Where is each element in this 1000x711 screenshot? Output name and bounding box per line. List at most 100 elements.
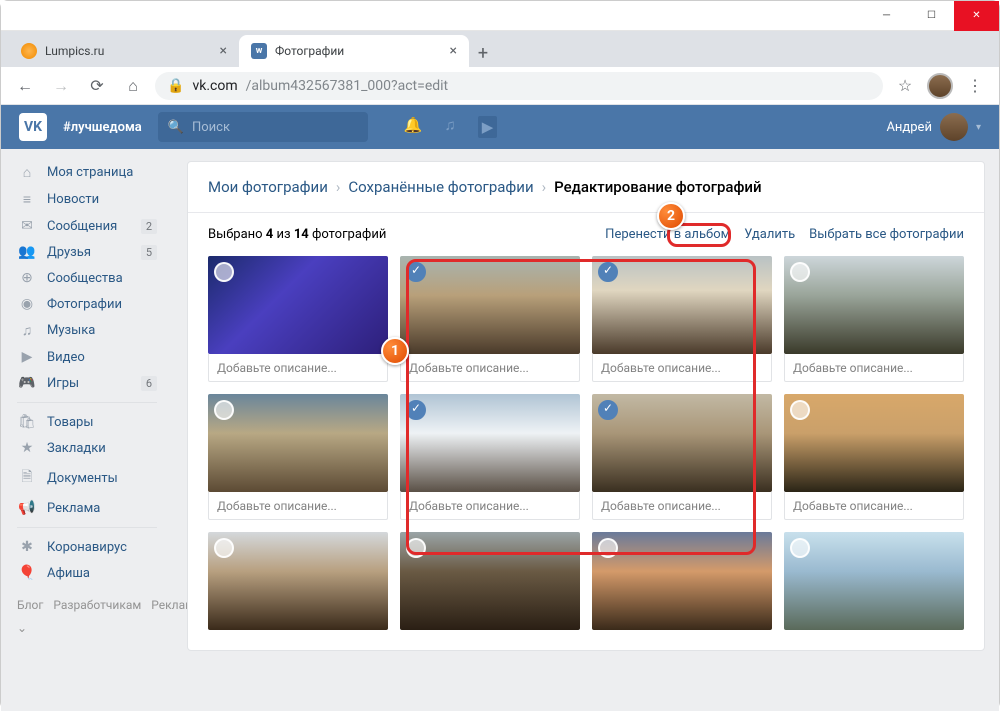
sidebar-item[interactable]: 🛍Товары: [1, 409, 173, 435]
sidebar-item-label: Видео: [47, 350, 85, 365]
sidebar-item[interactable]: ✱Коронавирус: [1, 534, 173, 560]
sidebar-item-label: Сообщения: [47, 219, 117, 234]
home-button[interactable]: ⌂: [119, 72, 147, 100]
photo-caption-input[interactable]: Добавьте описание...: [592, 354, 772, 382]
sidebar-icon: ⌂: [17, 164, 37, 181]
photo-thumbnail[interactable]: [592, 532, 772, 630]
reload-button[interactable]: ⟳: [83, 72, 111, 100]
sidebar-item[interactable]: ♫Музыка: [1, 317, 173, 344]
vk-user-menu[interactable]: Андрей ▾: [886, 113, 981, 141]
photo-thumbnail[interactable]: [208, 256, 388, 354]
window-minimize-button[interactable]: ─: [864, 1, 909, 31]
sidebar-item[interactable]: 🗎Документы: [1, 461, 173, 495]
sidebar-item[interactable]: ★Закладки: [1, 435, 173, 461]
notifications-icon[interactable]: 🔔: [404, 116, 423, 138]
photo-thumbnail[interactable]: [400, 532, 580, 630]
selection-checkbox[interactable]: [214, 400, 234, 420]
sidebar-item[interactable]: 📢Реклама: [1, 495, 173, 521]
photo-caption-input[interactable]: Добавьте описание...: [784, 492, 964, 520]
tab-title: Lumpics.ru: [45, 44, 212, 58]
selection-checkbox[interactable]: [406, 538, 426, 558]
sidebar-item-label: Друзья: [47, 245, 91, 260]
window-close-button[interactable]: ✕: [954, 1, 999, 31]
tab-close-icon[interactable]: ×: [220, 43, 227, 59]
photo-thumbnail[interactable]: [784, 394, 964, 492]
breadcrumb-link[interactable]: Сохранённые фотографии: [348, 178, 533, 196]
footer-link[interactable]: Блог: [17, 598, 43, 612]
tab-close-icon[interactable]: ×: [450, 43, 457, 59]
select-all-link[interactable]: Выбрать все фотографии: [809, 227, 964, 242]
address-bar[interactable]: 🔒 vk.com/album432567381_000?act=edit: [155, 72, 883, 100]
photo-thumbnail[interactable]: [784, 256, 964, 354]
selection-checkbox[interactable]: [214, 262, 234, 282]
sidebar-item[interactable]: 👥Друзья5: [1, 239, 173, 265]
chevron-down-icon: ▾: [976, 122, 981, 133]
delete-link[interactable]: Удалить: [744, 227, 795, 242]
sidebar-item-label: Игры: [47, 376, 79, 391]
vk-logo-icon[interactable]: VK: [19, 113, 47, 141]
photo-caption-input[interactable]: Добавьте описание...: [208, 492, 388, 520]
breadcrumb-link[interactable]: Мои фотографии: [208, 178, 328, 196]
sidebar-item[interactable]: ✉Сообщения2: [1, 213, 173, 239]
photo-card: Добавьте описание...: [784, 256, 964, 382]
sidebar-item-label: Товары: [47, 415, 93, 430]
photo-grid: Добавьте описание... Добавьте описание...…: [188, 256, 984, 650]
menu-button[interactable]: ⋮: [961, 72, 989, 100]
play-icon[interactable]: ▶: [478, 116, 498, 138]
sidebar-item[interactable]: ◉Фотографии: [1, 291, 173, 317]
sidebar-item[interactable]: ⊕Сообщества: [1, 265, 173, 291]
profile-avatar[interactable]: [927, 73, 953, 99]
browser-tab-active[interactable]: w Фотографии ×: [239, 35, 469, 67]
sidebar-item[interactable]: 🎈Афиша: [1, 560, 173, 586]
photo-caption-input[interactable]: Добавьте описание...: [400, 354, 580, 382]
selection-checkbox[interactable]: [214, 538, 234, 558]
vk-hashtag[interactable]: #лучшедома: [63, 120, 142, 135]
sidebar-item-label: Сообщества: [47, 271, 123, 286]
selection-checkbox[interactable]: [598, 262, 618, 282]
photo-card: Добавьте описание...: [592, 394, 772, 520]
photo-card: [208, 532, 388, 630]
footer-link[interactable]: Разработчикам: [53, 598, 141, 612]
photo-thumbnail[interactable]: [592, 394, 772, 492]
photo-caption-input[interactable]: Добавьте описание...: [400, 492, 580, 520]
selection-checkbox[interactable]: [406, 400, 426, 420]
photo-thumbnail[interactable]: [592, 256, 772, 354]
sidebar-item[interactable]: ▶Видео: [1, 344, 173, 370]
selection-checkbox[interactable]: [790, 262, 810, 282]
photo-caption-input[interactable]: Добавьте описание...: [208, 354, 388, 382]
new-tab-button[interactable]: +: [469, 39, 497, 67]
lock-icon: 🔒: [167, 78, 184, 94]
bookmark-button[interactable]: ☆: [891, 72, 919, 100]
photo-caption-input[interactable]: Добавьте описание...: [592, 492, 772, 520]
sidebar-icon: 🎈: [17, 565, 37, 581]
sidebar-item[interactable]: ⌂Моя страница: [1, 159, 173, 186]
music-icon[interactable]: ♫: [444, 116, 455, 138]
photo-thumbnail[interactable]: [784, 532, 964, 630]
chevron-right-icon: ›: [336, 178, 341, 196]
sidebar-item[interactable]: ≡Новости: [1, 186, 173, 213]
sidebar: ⌂Моя страница≡Новости✉Сообщения2👥Друзья5…: [1, 149, 173, 711]
photo-caption-input[interactable]: Добавьте описание...: [784, 354, 964, 382]
photo-thumbnail[interactable]: [400, 394, 580, 492]
photo-thumbnail[interactable]: [208, 394, 388, 492]
tab-title: Фотографии: [275, 44, 442, 58]
photo-thumbnail[interactable]: [208, 532, 388, 630]
back-button[interactable]: ←: [11, 72, 39, 100]
photo-thumbnail[interactable]: [400, 256, 580, 354]
favicon-icon: [21, 43, 37, 59]
selection-checkbox[interactable]: [406, 262, 426, 282]
sidebar-badge: 5: [141, 245, 157, 260]
forward-button[interactable]: →: [47, 72, 75, 100]
sidebar-item-label: Музыка: [47, 323, 95, 338]
sidebar-item[interactable]: 🎮Игры6: [1, 370, 173, 396]
browser-tab[interactable]: Lumpics.ru ×: [9, 35, 239, 67]
window-maximize-button[interactable]: ☐: [909, 1, 954, 31]
sidebar-item-label: Документы: [47, 471, 118, 486]
search-icon: 🔍: [168, 120, 184, 135]
vk-search-input[interactable]: 🔍 Поиск: [158, 112, 368, 142]
breadcrumb: Мои фотографии › Сохранённые фотографии …: [188, 162, 984, 213]
selection-checkbox[interactable]: [598, 538, 618, 558]
selection-checkbox[interactable]: [790, 538, 810, 558]
selection-checkbox[interactable]: [598, 400, 618, 420]
selection-checkbox[interactable]: [790, 400, 810, 420]
